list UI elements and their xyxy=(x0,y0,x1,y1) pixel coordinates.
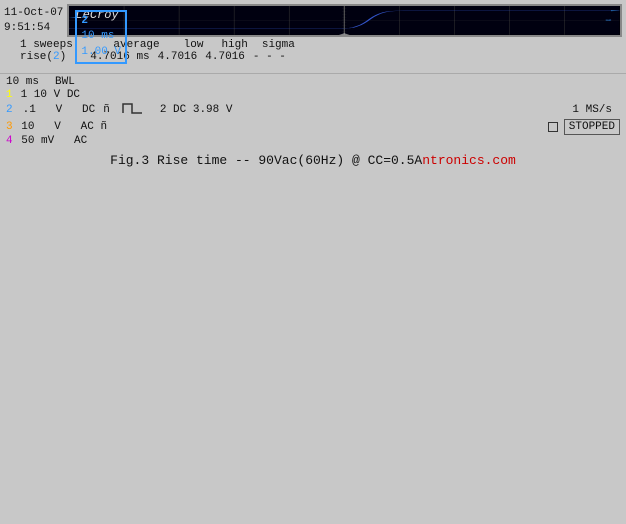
ch4-row: 4 50 mV AC xyxy=(6,135,620,147)
rise-label: rise(2) xyxy=(20,51,66,63)
ch1-settings: 1 10 V DC xyxy=(21,89,80,101)
scope-svg: 2 xyxy=(69,6,620,35)
timebase-value: 10 ms xyxy=(81,29,121,44)
bottom-row1: 10 ms BWL xyxy=(6,76,620,88)
voltage-value: 1.00 V xyxy=(81,45,121,60)
top-section: 11-Oct-07 9:51:54 LeCroy 2 10 ms 1.00 V xyxy=(0,0,626,37)
caption-suffix: ntronics.com xyxy=(422,153,516,168)
bottom-row2: 1 1 10 V DC xyxy=(6,89,620,101)
sample-rate: 1 MS/s xyxy=(572,104,612,116)
stopped-box-icon xyxy=(548,122,558,132)
high-value: 4.7016 xyxy=(205,51,245,63)
channel-box: 2 10 ms 1.00 V xyxy=(75,10,127,64)
bwl-label: BWL xyxy=(55,76,75,88)
low-value: 4.7016 xyxy=(158,51,198,63)
time-display: 9:51:54 xyxy=(4,21,63,36)
caption-text: Fig.3 Rise time -- 90Vac(60Hz) @ CC=0.5A xyxy=(110,153,422,168)
date-display: 11-Oct-07 xyxy=(4,6,63,21)
svg-text:2: 2 xyxy=(605,20,613,21)
bottom-row4: 3 10 V AC ñ STOPPED xyxy=(6,119,620,135)
scope-screen: LeCroy 2 10 ms 1.00 V xyxy=(67,4,622,37)
ch3-ac-symbol: ñ xyxy=(100,121,107,133)
ch1-indicator: 1 xyxy=(6,89,13,101)
high-header: high xyxy=(221,39,247,51)
ch3-settings: 10 V AC xyxy=(21,121,94,133)
sigma-header: sigma xyxy=(262,39,295,51)
timestamp-block: 11-Oct-07 9:51:54 xyxy=(4,6,63,37)
ch3-row: 3 10 V AC ñ xyxy=(6,121,107,133)
ch3-indicator: 3 xyxy=(6,121,13,133)
sweeps-label: 1 sweeps: xyxy=(20,39,79,51)
ch2-settings: .1 V DC xyxy=(23,104,96,116)
low-header: low xyxy=(184,39,204,51)
bottom-bar: 10 ms BWL 1 1 10 V DC 2 .1 V DC ñ 2 DC 3… xyxy=(0,73,626,149)
ch2-probe-label: 2 DC 3.98 V xyxy=(160,104,233,116)
channel-number: 2 xyxy=(81,14,121,29)
ch4-indicator: 4 xyxy=(6,135,13,147)
ch4-settings: 50 mV AC xyxy=(21,135,87,147)
main-container: 11-Oct-07 9:51:54 LeCroy 2 10 ms 1.00 V xyxy=(0,0,626,524)
timebase-label: 10 ms xyxy=(6,76,39,88)
bottom-row3: 2 .1 V DC ñ 2 DC 3.98 V 1 MS/s xyxy=(6,101,620,119)
ch2-indicator: 2 xyxy=(6,104,13,116)
fig-caption: Fig.3 Rise time -- 90Vac(60Hz) @ CC=0.5A… xyxy=(0,149,626,170)
stopped-label: STOPPED xyxy=(564,119,620,135)
square-wave-icon xyxy=(122,101,144,119)
ch2-dc-symbol: ñ xyxy=(103,104,110,116)
stopped-area: STOPPED xyxy=(548,119,620,135)
sigma-value: - - - xyxy=(253,51,286,63)
